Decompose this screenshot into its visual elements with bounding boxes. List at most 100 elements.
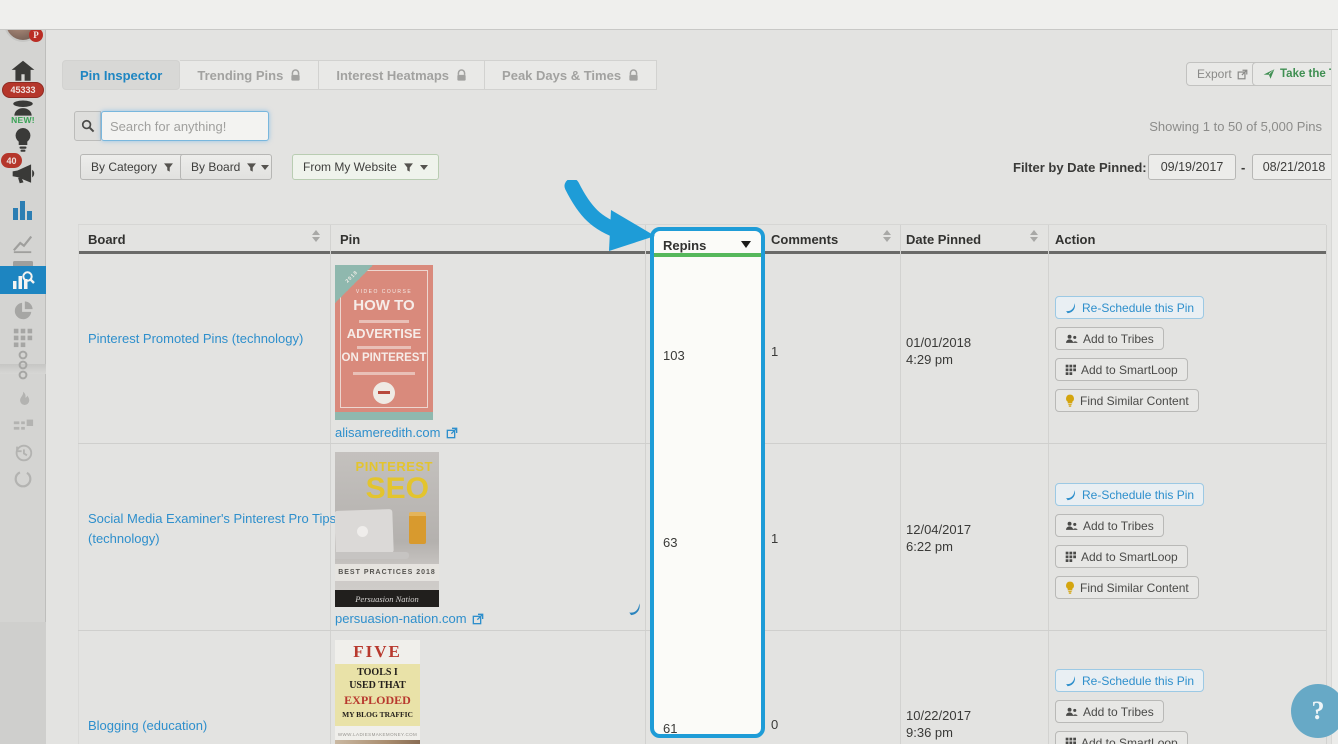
new-badge: NEW! bbox=[11, 115, 35, 125]
add-to-tribes-button[interactable]: Add to Tribes bbox=[1055, 514, 1164, 537]
pin-inspector-icon bbox=[13, 271, 35, 289]
funnel-icon bbox=[164, 162, 173, 172]
poster-text: HOW TO bbox=[353, 297, 415, 314]
reschedule-pin-button[interactable]: Re-Schedule this Pin bbox=[1055, 483, 1205, 506]
repins-value: 61 bbox=[663, 721, 678, 736]
sidebar-item-home[interactable] bbox=[0, 58, 46, 84]
button-label: Add to SmartLoop bbox=[1081, 735, 1178, 744]
button-label: Add to Tribes bbox=[1083, 518, 1154, 533]
search-icon bbox=[81, 119, 94, 133]
comments-value: 1 bbox=[771, 344, 779, 359]
cards-icon bbox=[13, 419, 34, 430]
tailwind-feather-icon bbox=[1066, 489, 1076, 500]
filter-by-board-button[interactable]: By Board bbox=[180, 154, 272, 180]
date-pinned-value: 10/22/2017 bbox=[906, 708, 972, 723]
poster-text: FIVE bbox=[353, 642, 402, 661]
board-link[interactable]: Social Media Examiner's Pinterest Pro Ti… bbox=[88, 509, 340, 548]
date-from-input[interactable] bbox=[1148, 154, 1236, 180]
column-header-repins[interactable]: Repins bbox=[663, 238, 706, 253]
tab-peak-days-times[interactable]: Peak Days & Times bbox=[485, 60, 658, 90]
sidebar-item-referral-traffic[interactable] bbox=[0, 350, 46, 380]
repins-value: 63 bbox=[663, 535, 678, 550]
add-to-smartloop-button[interactable]: Add to SmartLoop bbox=[1055, 358, 1188, 381]
filter-from-my-website-button[interactable]: From My Website bbox=[292, 154, 439, 180]
export-button[interactable]: Export bbox=[1186, 62, 1259, 86]
sort-icon[interactable] bbox=[883, 230, 891, 242]
sidebar-item-pin-inspector[interactable] bbox=[0, 266, 46, 294]
help-beacon[interactable]: ? bbox=[1291, 684, 1338, 738]
external-link-icon bbox=[446, 427, 457, 439]
tab-pin-inspector[interactable]: Pin Inspector bbox=[62, 60, 181, 90]
add-to-smartloop-button[interactable]: Add to SmartLoop bbox=[1055, 731, 1188, 744]
tab-label: Peak Days & Times bbox=[502, 67, 622, 83]
date-to-input[interactable] bbox=[1252, 154, 1336, 180]
button-label: Add to SmartLoop bbox=[1081, 362, 1178, 377]
poster-text: BEST PRACTICES 2018 bbox=[335, 564, 439, 581]
visitor-count-badge: 45333 bbox=[2, 82, 44, 98]
reschedule-pin-button[interactable]: Re-Schedule this Pin bbox=[1055, 669, 1205, 692]
sidebar-item-trending[interactable] bbox=[0, 388, 46, 412]
filter-label: By Category bbox=[91, 160, 158, 174]
pin-thumbnail[interactable]: PINTEREST SEO BEST PRACTICES 2018 Persua… bbox=[335, 452, 439, 607]
pin-thumbnail[interactable]: 2018 VIDEO COURSE HOW TO ADVERTISE ON PI… bbox=[335, 265, 433, 420]
comments-value: 0 bbox=[771, 717, 779, 732]
column-header-date-pinned[interactable]: Date Pinned bbox=[906, 232, 981, 247]
traffic-light-icon bbox=[18, 350, 28, 380]
tour-label: Take the Tour bbox=[1280, 68, 1338, 80]
take-the-tour-button[interactable]: Take the Tour bbox=[1252, 62, 1338, 86]
sort-icon[interactable] bbox=[312, 230, 320, 242]
poster-text: WWW.LADIESMAKEMONEY.COM bbox=[337, 732, 418, 737]
button-label: Re-Schedule this Pin bbox=[1082, 487, 1195, 502]
tailwind-feather-icon bbox=[629, 603, 640, 616]
lightbulb-icon bbox=[15, 128, 31, 152]
poster-text: EXPLODED bbox=[344, 693, 411, 707]
poster-text: VIDEO COURSE bbox=[355, 289, 413, 295]
column-header-board[interactable]: Board bbox=[88, 232, 126, 247]
find-similar-content-button[interactable]: Find Similar Content bbox=[1055, 389, 1199, 412]
pin-source-link[interactable]: alisameredith.com bbox=[335, 423, 458, 443]
column-header-pin[interactable]: Pin bbox=[340, 232, 360, 247]
sidebar-item-organic-pins[interactable] bbox=[0, 326, 46, 348]
announcements-count-badge: 40 bbox=[1, 153, 22, 168]
pin-thumbnail[interactable]: FIVE TOOLS I USED THAT EXPLODED MY BLOG … bbox=[335, 640, 420, 744]
search-input[interactable] bbox=[101, 111, 269, 141]
board-link[interactable]: Blogging (education) bbox=[88, 716, 207, 736]
poster-text: USED THAT bbox=[349, 680, 406, 691]
sidebar-item-analytics[interactable] bbox=[0, 198, 46, 222]
add-to-tribes-button[interactable]: Add to Tribes bbox=[1055, 327, 1164, 350]
sidebar-item-insights[interactable] bbox=[0, 126, 46, 154]
button-label: Find Similar Content bbox=[1080, 580, 1189, 595]
pin-source-link[interactable]: persuasion-nation.com bbox=[335, 609, 484, 629]
date-separator: - bbox=[1241, 160, 1246, 175]
sidebar-item-drafts[interactable] bbox=[0, 418, 46, 434]
divider bbox=[1326, 225, 1327, 744]
tab-trending-pins[interactable]: Trending Pins bbox=[180, 60, 320, 90]
sort-desc-icon bbox=[741, 241, 751, 248]
tab-label: Interest Heatmaps bbox=[336, 67, 450, 83]
top-bar bbox=[0, 0, 1338, 30]
poster-text: ON PINTEREST bbox=[341, 352, 427, 364]
poster-text: Persuasion Nation bbox=[335, 590, 439, 607]
reschedule-pin-button[interactable]: Re-Schedule this Pin bbox=[1055, 296, 1205, 319]
smartloop-grid-icon bbox=[1065, 737, 1076, 744]
sidebar-item-profile-performance[interactable] bbox=[0, 232, 46, 254]
sidebar-item-history[interactable] bbox=[0, 442, 46, 464]
sidebar-item-sync[interactable] bbox=[0, 468, 46, 490]
board-link[interactable]: Pinterest Promoted Pins (technology) bbox=[88, 329, 328, 349]
column-header-comments[interactable]: Comments bbox=[771, 232, 838, 247]
tab-interest-heatmaps[interactable]: Interest Heatmaps bbox=[319, 60, 486, 90]
sidebar-item-category-insights[interactable] bbox=[0, 300, 46, 322]
flame-icon bbox=[20, 391, 30, 405]
find-similar-content-button[interactable]: Find Similar Content bbox=[1055, 576, 1199, 599]
column-header-action: Action bbox=[1055, 232, 1096, 247]
search-icon-box bbox=[74, 111, 101, 141]
external-link-icon bbox=[1237, 69, 1248, 79]
sort-icon[interactable] bbox=[1030, 230, 1038, 242]
scrollbar-track[interactable] bbox=[1331, 30, 1338, 744]
poster-text: ADVERTISE bbox=[346, 326, 422, 341]
button-label: Re-Schedule this Pin bbox=[1082, 673, 1195, 688]
pinterest-badge-icon: P bbox=[29, 28, 43, 42]
poster-footer bbox=[335, 412, 433, 420]
add-to-tribes-button[interactable]: Add to Tribes bbox=[1055, 700, 1164, 723]
add-to-smartloop-button[interactable]: Add to SmartLoop bbox=[1055, 545, 1188, 568]
